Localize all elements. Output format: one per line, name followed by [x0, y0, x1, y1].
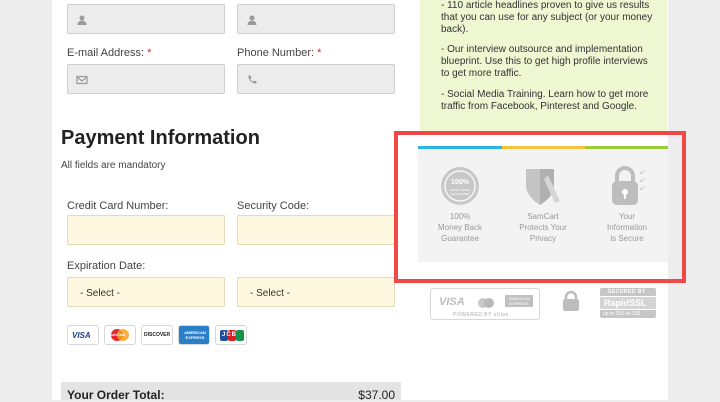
bonus-item: - 110 article headlines proven to give u…	[441, 0, 653, 35]
stripe-badge: VISA AMERICAN EXPRESS POWERED BY stripe	[430, 288, 540, 320]
year-select-value: - Select -	[250, 288, 291, 299]
user-icon	[77, 15, 87, 25]
month-select-value: - Select -	[80, 288, 121, 299]
mastercard-logo: MasterCard	[104, 325, 136, 345]
bonus-box: - 110 article headlines proven to give u…	[420, 0, 667, 132]
order-total-bar: Your Order Total: $37.00	[61, 382, 401, 402]
payment-title: Payment Information	[61, 127, 260, 149]
security-code-label: Security Code:	[237, 200, 310, 212]
padlock-icon	[563, 290, 579, 311]
jcb-card-logo: JCB	[215, 325, 247, 345]
phone-icon	[248, 75, 257, 84]
rapidssl-badge: SECURED BY RapidSSL up to 256-bit SSL	[600, 288, 656, 318]
mandatory-note: All fields are mandatory	[61, 160, 166, 171]
discover-card-logo: DISCOVER	[141, 325, 173, 345]
security-code-input[interactable]	[237, 215, 395, 245]
phone-label: Phone Number: *	[237, 47, 322, 59]
visa-card-logo: VISA	[67, 325, 99, 345]
expiration-year-select[interactable]: - Select -	[237, 277, 395, 307]
first-name-input[interactable]	[67, 4, 225, 34]
mastercard-icon	[478, 298, 494, 308]
card-number-label: Credit Card Number:	[67, 200, 169, 212]
email-input[interactable]	[67, 64, 225, 94]
expiration-label: Expiration Date:	[67, 260, 146, 272]
bonus-item: - Social Media Training. Learn how to ge…	[441, 89, 649, 112]
envelope-icon	[76, 75, 88, 85]
amex-card-logo: AMERICAN EXPRESS	[178, 325, 210, 345]
user-icon	[247, 15, 257, 25]
expiration-month-select[interactable]: - Select -	[67, 277, 225, 307]
email-label: E-mail Address: *	[67, 47, 152, 59]
last-name-input[interactable]	[237, 4, 395, 34]
phone-input[interactable]	[237, 64, 395, 94]
card-number-input[interactable]	[67, 215, 225, 245]
highlight-annotation-box	[394, 131, 686, 283]
bonus-item: - Our interview outsource and implementa…	[441, 44, 648, 79]
